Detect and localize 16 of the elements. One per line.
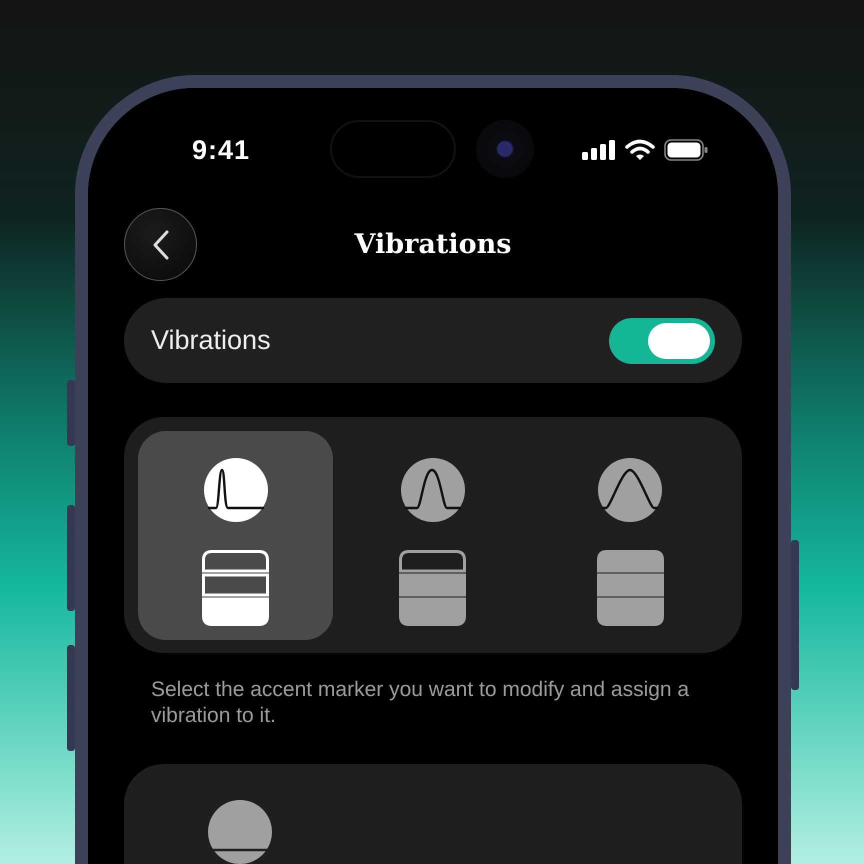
stack-icon (202, 550, 270, 626)
battery-icon (664, 139, 708, 161)
row-label: Vibrations (151, 325, 271, 356)
waveform-icon (400, 458, 465, 522)
marker-option[interactable] (138, 431, 334, 640)
page-title: Vibrations (354, 228, 512, 260)
hint-text: Select the accent marker you want to modify and assign a vibration to it. (150, 677, 690, 729)
chevron-left-icon (152, 230, 170, 260)
toggle-switch[interactable] (609, 318, 715, 364)
waveform-icon (598, 458, 662, 522)
stack-icon (596, 550, 664, 626)
wifi-icon (625, 139, 655, 161)
signal-icon (582, 140, 616, 160)
stack-icon (399, 550, 466, 626)
waveform-icon (204, 458, 268, 522)
status-time: 9:41 (192, 134, 250, 166)
